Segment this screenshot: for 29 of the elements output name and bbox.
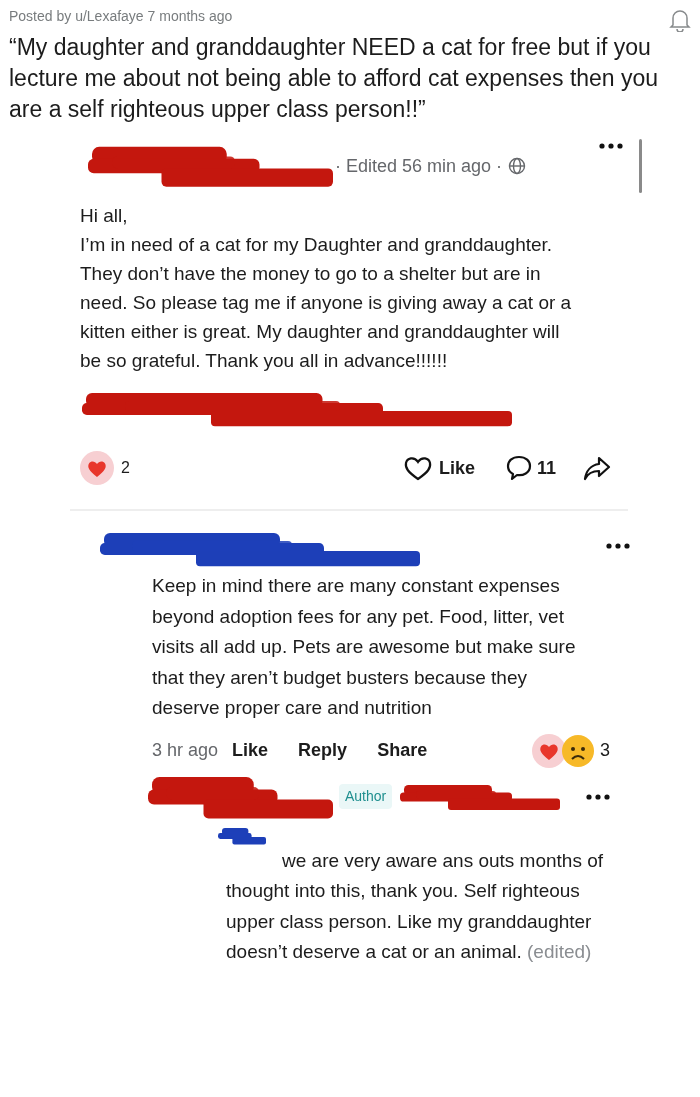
reaction-count: 2 (121, 458, 130, 478)
redaction-mark (218, 825, 266, 846)
like-button[interactable]: Like (402, 454, 475, 482)
bell-icon[interactable] (669, 8, 691, 32)
post-title: “My daughter and granddaughter NEED a cat for free but if you lecture me about not being able to afford cat expenses then you are a self righteous upper class person!!” (8, 33, 660, 124)
comment-text: Keep in mind there are many constant expenses beyond adoption fees for any pet. Food, litter, vet visits all add up. Pets are awesome but make sure that they aren’t budget busters because they deserve proper care and nutrition (152, 574, 577, 720)
comment-time: 3 hr ago (152, 739, 219, 762)
reaction-count: 3 (600, 739, 610, 762)
comment-action[interactable]: Reply (298, 737, 348, 764)
comment-action[interactable]: Like (232, 737, 269, 764)
speech-bubble-icon (504, 454, 533, 482)
more-options-icon[interactable] (586, 793, 610, 800)
share-icon[interactable] (582, 454, 612, 482)
comment-action[interactable]: Share (377, 737, 428, 764)
post-meta: Posted by u/Lexafaye 7 months ago (9, 7, 233, 26)
sad-emoji-icon (562, 734, 594, 767)
comment-button[interactable]: 11 (504, 454, 556, 482)
heart-outline-icon (402, 455, 433, 481)
post-text: Hi all, (80, 204, 129, 228)
more-options-icon[interactable] (599, 143, 623, 149)
heart-reaction-icon (80, 451, 114, 485)
more-options-icon[interactable] (606, 543, 630, 549)
scroll-bar (639, 139, 642, 193)
globe-icon (508, 157, 527, 175)
edited-time: · Edited 56 min ago · (335, 154, 503, 178)
author-badge: Author (339, 784, 393, 809)
reply-text: we are very aware ans outs months of thought into this, thank you. Self righteous upper class person. Like my granddaughter doesn’t deserve a cat or an animal. (edited) (226, 848, 605, 964)
post-text: I’m in need of a cat for my Daughter and granddaughter. They don’t have the money to go to a shelter but are in need. So please tag me if anyone is giving away a cat or a kitten either is great. My daughter and granddaughter will be so grateful. Thank you all in advance!!!!!! (80, 233, 573, 373)
heart-reaction-icon (532, 733, 566, 768)
